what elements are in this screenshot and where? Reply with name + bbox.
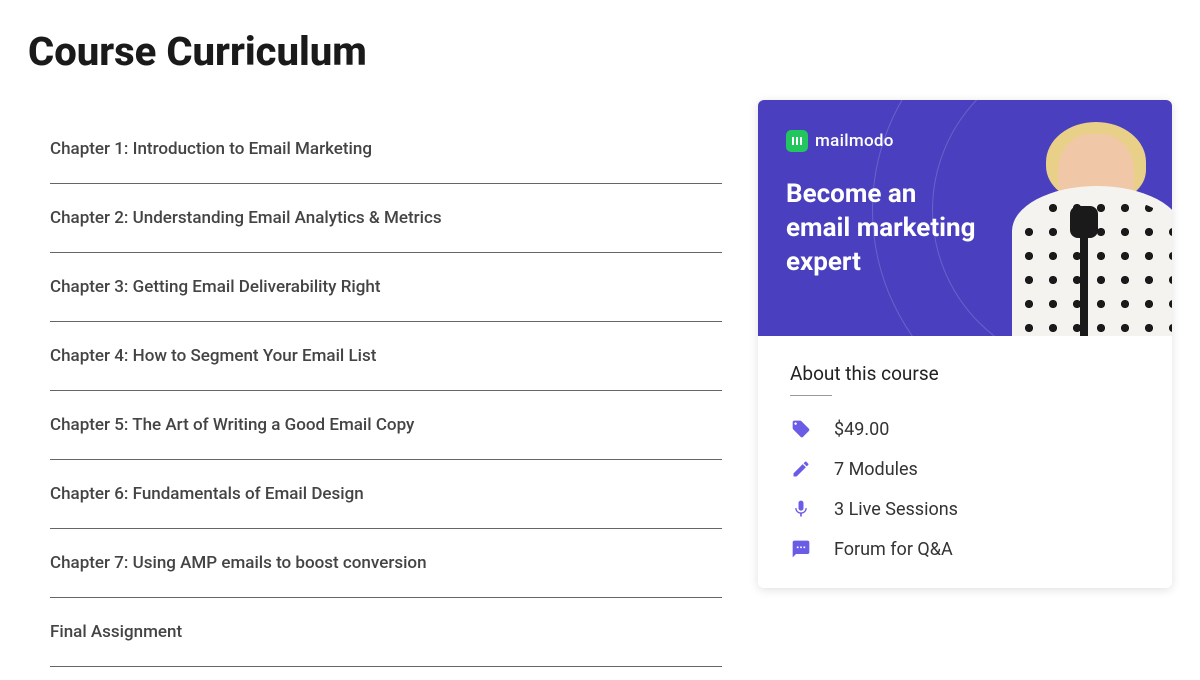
about-heading: About this course — [790, 362, 1140, 385]
info-item-forum: Forum for Q&A — [790, 538, 1140, 560]
tag-icon — [790, 418, 812, 440]
info-item-sessions: 3 Live Sessions — [790, 498, 1140, 520]
course-sidebar: mailmodo Become an email marketing exper… — [758, 100, 1172, 667]
info-list: $49.00 7 Modules 3 Live Sessions — [790, 418, 1140, 560]
info-text: $49.00 — [834, 419, 889, 440]
chapter-item[interactable]: Chapter 1: Introduction to Email Marketi… — [50, 115, 722, 184]
chapter-item[interactable]: Chapter 3: Getting Email Deliverability … — [50, 253, 722, 322]
edit-icon — [790, 458, 812, 480]
info-text: 3 Live Sessions — [834, 499, 958, 520]
course-hero: mailmodo Become an email marketing exper… — [758, 100, 1172, 336]
page-title: Course Curriculum — [28, 28, 722, 75]
info-item-price: $49.00 — [790, 418, 1140, 440]
instructor-portrait — [992, 116, 1172, 336]
chapter-item[interactable]: Chapter 6: Fundamentals of Email Design — [50, 460, 722, 529]
chapter-item[interactable]: Chapter 2: Understanding Email Analytics… — [50, 184, 722, 253]
chapter-item[interactable]: Chapter 5: The Art of Writing a Good Ema… — [50, 391, 722, 460]
logo-icon — [786, 130, 808, 152]
course-info: About this course $49.00 7 Modules — [758, 336, 1172, 588]
info-text: 7 Modules — [834, 459, 918, 480]
mic-icon — [790, 498, 812, 520]
info-text: Forum for Q&A — [834, 539, 953, 560]
microphone-icon — [1080, 226, 1088, 336]
chapter-item[interactable]: Final Assignment — [50, 598, 722, 667]
info-item-modules: 7 Modules — [790, 458, 1140, 480]
divider — [790, 395, 832, 396]
chapter-item[interactable]: Chapter 4: How to Segment Your Email Lis… — [50, 322, 722, 391]
course-card: mailmodo Become an email marketing exper… — [758, 100, 1172, 588]
chat-icon — [790, 538, 812, 560]
chapter-item[interactable]: Chapter 7: Using AMP emails to boost con… — [50, 529, 722, 598]
chapter-list: Chapter 1: Introduction to Email Marketi… — [28, 115, 722, 667]
